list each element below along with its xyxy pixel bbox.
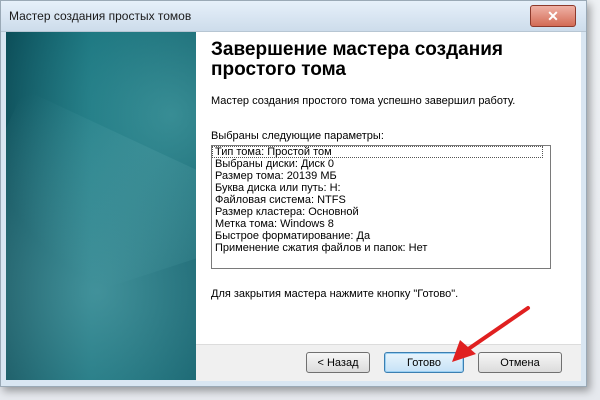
close-icon: ✕: [547, 7, 559, 24]
title-bar[interactable]: Мастер создания простых томов ✕: [1, 1, 586, 32]
params-label: Выбраны следующие параметры:: [211, 130, 384, 142]
window-title: Мастер создания простых томов: [9, 9, 192, 23]
close-button[interactable]: ✕: [530, 5, 576, 27]
close-instruction: Для закрытия мастера нажмите кнопку "Гот…: [211, 288, 459, 300]
param-line: Выбраны диски: Диск 0: [215, 158, 335, 170]
cancel-button[interactable]: Отмена: [478, 352, 562, 373]
back-button[interactable]: < Назад: [306, 352, 370, 373]
page-title: Завершение мастера создания простого том…: [211, 39, 503, 80]
param-line: Быстрое форматирование: Да: [215, 230, 371, 242]
param-line: Метка тома: Windows 8: [215, 218, 334, 230]
wizard-side-banner: [6, 32, 196, 380]
wizard-window: Мастер создания простых томов ✕ Завершен…: [0, 0, 587, 387]
param-line: Тип тома: Простой том: [212, 146, 543, 158]
param-line: Размер кластера: Основной: [215, 206, 359, 218]
button-bar: < Назад Готово Отмена: [196, 344, 581, 381]
finish-button[interactable]: Готово: [384, 352, 464, 373]
param-line: Файловая система: NTFS: [215, 194, 346, 206]
params-list[interactable]: Тип тома: Простой том Выбраны диски: Дис…: [211, 145, 551, 269]
param-line: Размер тома: 20139 МБ: [215, 170, 337, 182]
wizard-content: Завершение мастера создания простого том…: [6, 32, 581, 381]
param-line: Применение сжатия файлов и папок: Нет: [215, 242, 428, 254]
completion-description: Мастер создания простого тома успешно за…: [211, 95, 516, 107]
param-line: Буква диска или путь: H:: [215, 182, 341, 194]
